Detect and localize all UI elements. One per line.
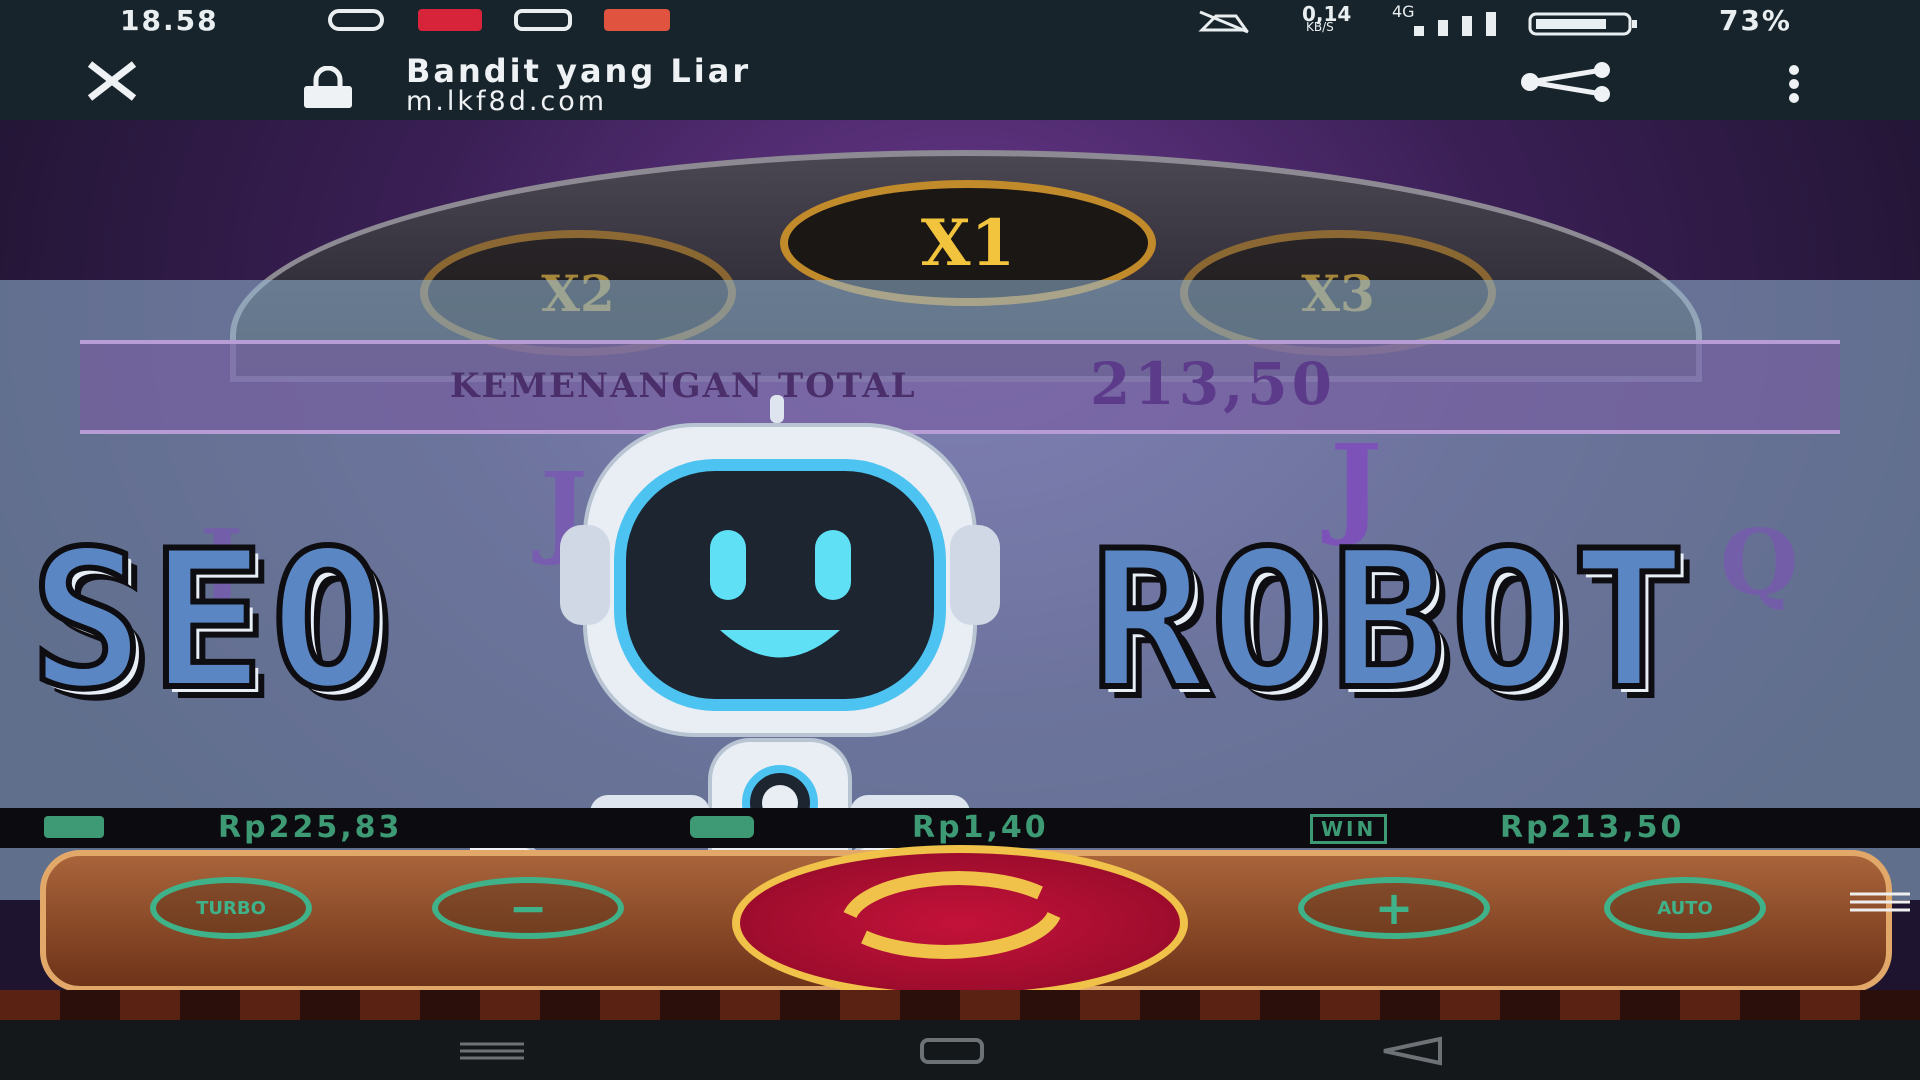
whatsapp-icon	[328, 9, 384, 31]
status-time: 18.58	[120, 4, 219, 37]
win-value: Rp213,50	[1500, 810, 1685, 845]
robot-text: ROBOT	[1087, 507, 1692, 734]
spin-arrows-icon	[843, 871, 1061, 959]
status-bar: 18.58 0,14 KB/S 4G 73%	[0, 0, 1920, 42]
seo-text: SEO	[27, 507, 392, 734]
turbo-label: TURBO	[196, 897, 266, 919]
spin-button[interactable]	[732, 845, 1188, 1001]
balance-row: Rp225,83 Rp1,40 WIN Rp213,50	[0, 808, 1920, 848]
browser-toolbar: Bandit yang Liar m.lkf8d.com	[0, 42, 1920, 120]
network-unit: KB/S	[1306, 20, 1334, 34]
win-icon: WIN	[1310, 814, 1388, 844]
decorative-strip	[0, 990, 1920, 1020]
signal-bars-icon	[1412, 10, 1508, 36]
balance-value: Rp225,83	[218, 810, 403, 845]
app-red-icon	[418, 9, 482, 31]
reel-symbol: Q	[1720, 510, 1799, 616]
lock-icon	[300, 65, 356, 110]
home-icon[interactable]	[920, 1038, 984, 1064]
bet-value: Rp1,40	[912, 810, 1049, 845]
auto-label: AUTO	[1657, 897, 1713, 919]
phone-screen: 18.58 0,14 KB/S 4G 73% Bandit yang Liar …	[0, 0, 1920, 1080]
decrease-bet-button[interactable]: −	[432, 877, 624, 939]
recent-apps-icon[interactable]	[460, 1042, 524, 1060]
auto-spin-button[interactable]: AUTO	[1604, 877, 1766, 939]
back-icon[interactable]	[1380, 1036, 1444, 1066]
mute-icon	[1196, 8, 1252, 34]
instagram-icon	[514, 9, 572, 31]
plus-label: +	[1374, 881, 1414, 935]
wallet-icon	[44, 816, 104, 838]
bet-icon	[690, 816, 754, 838]
total-win-amount: 213,50	[1090, 350, 1336, 418]
page-url[interactable]: m.lkf8d.com	[406, 86, 607, 117]
battery-percent: 73%	[1718, 4, 1792, 37]
page-title: Bandit yang Liar	[406, 52, 752, 90]
share-icon[interactable]	[1516, 62, 1616, 102]
music-app-icon	[604, 9, 670, 31]
menu-icon[interactable]	[1850, 890, 1910, 914]
more-options-icon[interactable]	[1782, 64, 1806, 104]
turbo-button[interactable]: TURBO	[150, 877, 312, 939]
increase-bet-button[interactable]: +	[1298, 877, 1490, 939]
system-nav-bar	[0, 1020, 1920, 1080]
battery-icon	[1528, 10, 1638, 36]
minus-label: −	[508, 881, 548, 935]
close-icon[interactable]	[84, 56, 140, 106]
